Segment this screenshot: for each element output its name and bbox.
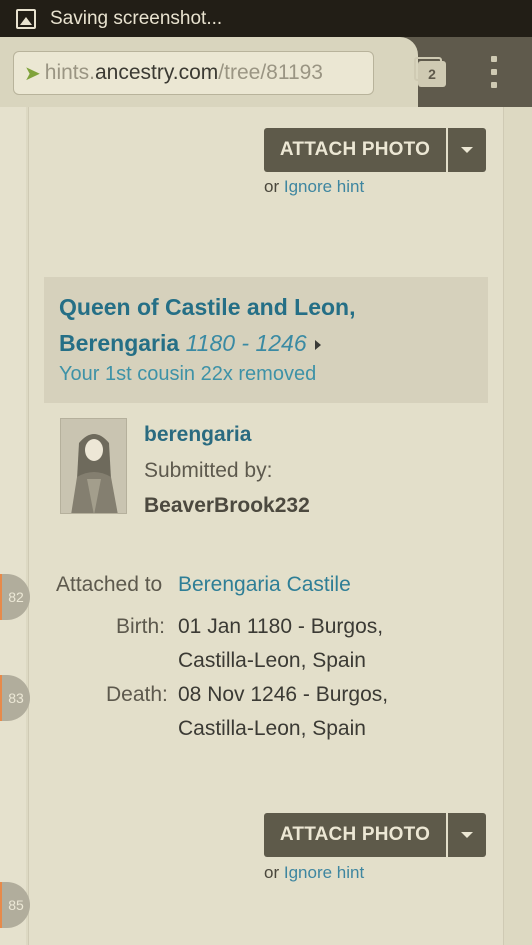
or-text: or bbox=[264, 863, 280, 882]
birth-line2: Castilla-Leon, Spain bbox=[178, 649, 366, 672]
submitter-name: BeaverBrook232 bbox=[144, 494, 310, 517]
url-prefix: hints. bbox=[44, 61, 95, 84]
menu-dot-icon bbox=[491, 82, 497, 88]
tab-count: 2 bbox=[418, 61, 446, 87]
attach-photo-button[interactable]: ATTACH PHOTO bbox=[264, 813, 446, 857]
ignore-hint-row: or Ignore hint bbox=[264, 863, 364, 883]
death-label: Death: bbox=[106, 683, 168, 706]
attach-options-button[interactable] bbox=[448, 128, 486, 172]
ignore-hint-row: or Ignore hint bbox=[264, 177, 364, 197]
image-icon bbox=[16, 8, 36, 29]
birth-value: 01 Jan 1180 - Burgos, Castilla-Leon, Spa… bbox=[178, 610, 383, 678]
relationship-text: Your 1st cousin 22x removed bbox=[59, 363, 317, 385]
caret-down-icon bbox=[461, 147, 473, 153]
tab-switcher-button[interactable]: 2 bbox=[414, 57, 448, 87]
attach-photo-group-top: ATTACH PHOTO bbox=[264, 128, 486, 172]
person-name-line2: Berengaria bbox=[59, 330, 180, 356]
caret-down-icon bbox=[461, 832, 473, 838]
page-content[interactable]: ATTACH PHOTO or Ignore hint Queen of Cas… bbox=[0, 107, 532, 945]
submitted-by-label: Submitted by: bbox=[144, 459, 273, 482]
attach-options-button[interactable] bbox=[448, 813, 486, 857]
portrait-thumbnail[interactable] bbox=[60, 418, 127, 514]
person-name-line1: Queen of Castile and Leon, bbox=[59, 294, 356, 320]
ignore-hint-link[interactable]: Ignore hint bbox=[284, 177, 364, 196]
attached-to-label: Attached to bbox=[56, 573, 163, 596]
left-gutter bbox=[0, 107, 26, 945]
url-domain: ancestry.com bbox=[94, 61, 219, 84]
url-bar[interactable]: ➤ hints. ancestry.com/tree/81193 bbox=[13, 51, 374, 95]
status-text: Saving screenshot... bbox=[50, 7, 223, 29]
person-name[interactable]: Queen of Castile and Leon, Berengaria 11… bbox=[59, 289, 355, 361]
record-title-link[interactable]: berengaria bbox=[144, 423, 251, 447]
birth-line1: 01 Jan 1180 - Burgos, bbox=[178, 615, 384, 638]
life-years: 1180 - 1246 bbox=[185, 330, 307, 356]
url-path: /tree/81193 bbox=[218, 61, 323, 84]
birth-label: Birth: bbox=[116, 615, 166, 638]
right-gutter bbox=[504, 107, 532, 945]
menu-dot-icon bbox=[491, 56, 497, 62]
attached-to-link[interactable]: Berengaria Castile bbox=[178, 568, 351, 602]
death-line2: Castilla-Leon, Spain bbox=[178, 717, 366, 740]
death-line1: 08 Nov 1246 - Burgos, bbox=[178, 683, 389, 706]
ignore-hint-link[interactable]: Ignore hint bbox=[284, 863, 364, 882]
ancestry-leaf-icon: ➤ bbox=[24, 62, 41, 85]
menu-dot-icon bbox=[491, 69, 497, 75]
expand-arrow-icon bbox=[314, 339, 321, 350]
overflow-menu-button[interactable] bbox=[488, 56, 500, 88]
or-text: or bbox=[264, 177, 280, 196]
status-bar: Saving screenshot... bbox=[0, 0, 532, 37]
attach-photo-button[interactable]: ATTACH PHOTO bbox=[264, 128, 446, 172]
death-value: 08 Nov 1246 - Burgos, Castilla-Leon, Spa… bbox=[178, 678, 388, 746]
hint-header[interactable]: Queen of Castile and Leon, Berengaria 11… bbox=[44, 277, 488, 403]
attach-photo-group-bottom: ATTACH PHOTO bbox=[264, 813, 486, 857]
